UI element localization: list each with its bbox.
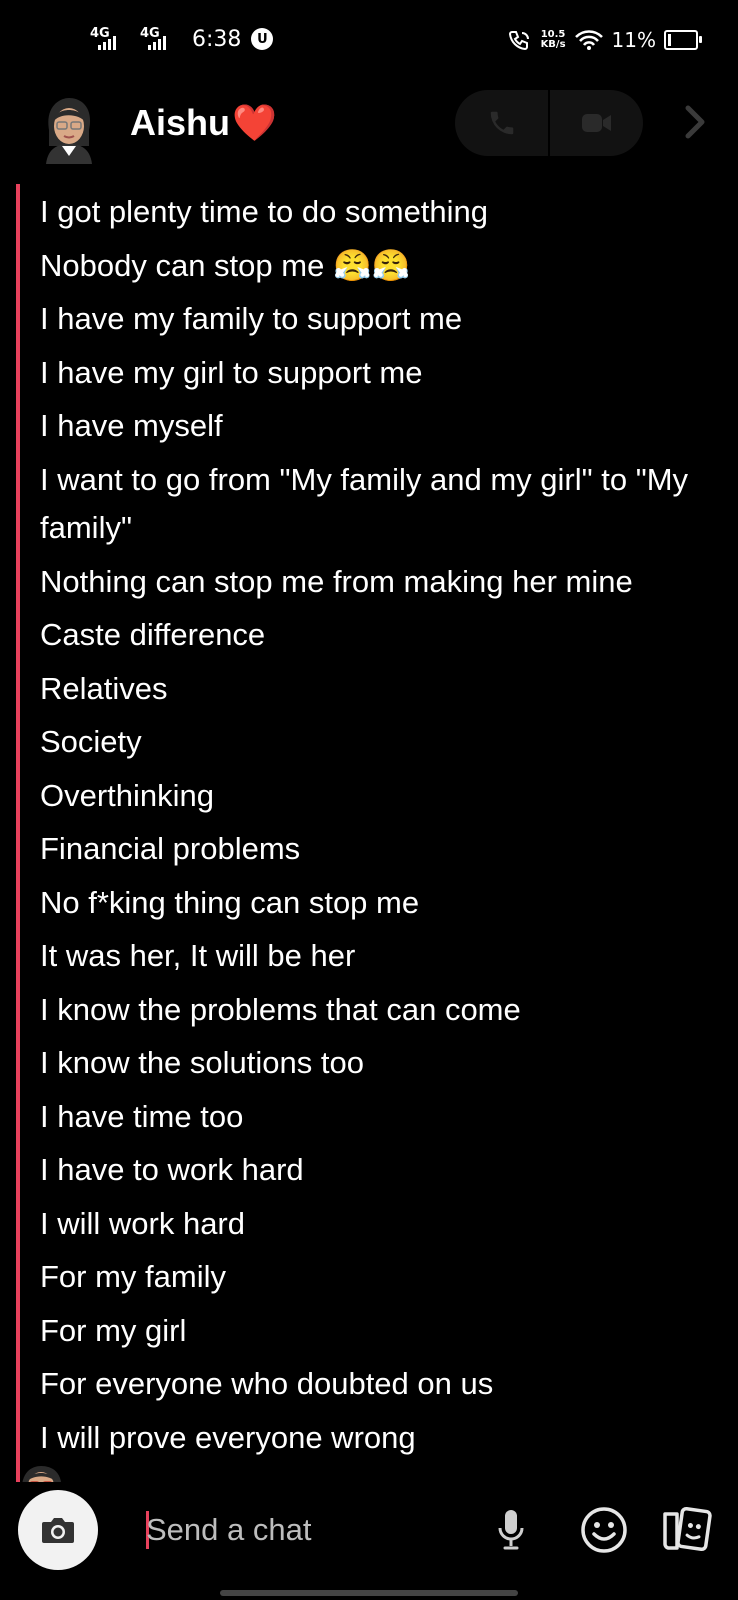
home-indicator[interactable] — [220, 1590, 518, 1596]
message-line: I will prove everyone wrong — [40, 1419, 416, 1455]
message-line: I have my family to support me — [40, 301, 463, 336]
message-area[interactable]: I got plenty time to do something Nobody… — [0, 182, 738, 1482]
message-line: Nobody can stop me 😤😤 — [40, 247, 411, 283]
signal-icon: 4G — [140, 26, 180, 52]
camera-icon — [42, 1518, 74, 1543]
status-right: 10.5 KB/s 11% — [507, 28, 702, 52]
message-line: I have my girl to support me — [40, 354, 423, 390]
message-line: For my girl — [40, 1312, 187, 1348]
chevron-right-icon[interactable] — [678, 102, 712, 142]
call-buttons — [455, 90, 643, 156]
phone-icon — [490, 111, 513, 135]
message-line: I know the problems that can come — [40, 991, 521, 1027]
chat-input-placeholder: Send a chat — [146, 1512, 312, 1547]
status-bar: 4G 4G 6:38 U 10.5 KB/s 11% — [0, 0, 738, 80]
message-line: I have to work hard — [40, 1152, 304, 1187]
signal-icon: 4G — [90, 26, 130, 52]
cards-icon[interactable] — [660, 1504, 714, 1556]
message-line: I got plenty time to do something — [40, 194, 489, 229]
battery-icon — [664, 30, 702, 50]
message-line: It was her, It will be her — [40, 938, 356, 973]
volte-call-icon — [508, 31, 529, 51]
contact-name[interactable]: Aishu❤️ — [130, 102, 277, 144]
message-line: I have time too — [40, 1098, 244, 1134]
message-line: Nothing can stop me from making her mine — [40, 563, 633, 599]
message-list: I got plenty time to do something Nobody… — [40, 185, 718, 1464]
network-speed: 10.5 KB/s — [541, 30, 566, 50]
battery-percent: 11% — [611, 28, 656, 52]
message-line: Overthinking — [40, 777, 215, 813]
wifi-icon — [574, 30, 603, 50]
chat-input[interactable]: Send a chat — [146, 1502, 476, 1558]
notification-u-icon: U — [251, 28, 274, 50]
camera-button[interactable] — [18, 1490, 98, 1570]
message-line: For everyone who doubted on us — [40, 1366, 494, 1401]
heart-icon: ❤️ — [232, 102, 277, 143]
smiley-icon[interactable] — [578, 1504, 630, 1556]
message-line: Caste difference — [40, 617, 266, 652]
speed-unit: KB/s — [540, 39, 566, 50]
chat-input-bar: Send a chat — [0, 1482, 738, 1600]
video-call-button[interactable] — [550, 90, 643, 156]
voice-call-button[interactable] — [455, 90, 548, 156]
sender-accent-bar — [16, 184, 20, 1482]
message-line: For my family — [40, 1259, 226, 1294]
message-line: Financial problems — [40, 831, 301, 866]
message-line: Relatives — [40, 670, 168, 706]
message-line: No f*king thing can stop me — [40, 884, 420, 920]
microphone-icon — [498, 1510, 524, 1550]
video-camera-icon — [581, 114, 611, 132]
status-left: 4G 4G 6:38 U — [90, 26, 274, 52]
message-line: I have myself — [40, 408, 223, 443]
message-line: I know the solutions too — [40, 1045, 364, 1080]
contact-name-text: Aishu — [130, 102, 231, 143]
microphone-button[interactable] — [494, 1502, 528, 1558]
message-line: I want to go from "My family and my girl… — [40, 461, 689, 545]
chat-header: Aishu❤️ — [0, 82, 738, 182]
message-line: Society — [40, 724, 142, 759]
message-line: I will work hard — [40, 1205, 245, 1241]
clock: 6:38 — [192, 26, 242, 52]
contact-avatar[interactable] — [40, 96, 98, 164]
